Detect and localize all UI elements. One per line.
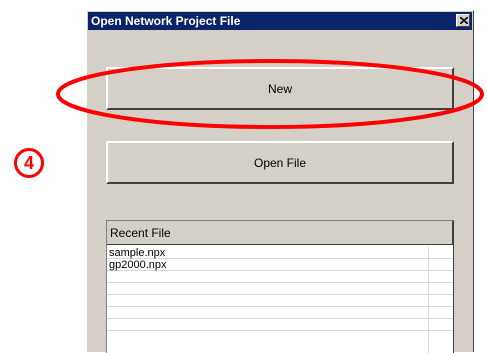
list-item[interactable]: [107, 295, 453, 307]
list-item[interactable]: [107, 319, 453, 331]
close-x-icon: [460, 17, 468, 24]
title-bar: Open Network Project File: [88, 12, 472, 30]
open-file-button[interactable]: Open File: [106, 141, 454, 184]
recent-file-column-header[interactable]: Recent File: [107, 221, 453, 245]
list-item[interactable]: [107, 283, 453, 295]
step-number-text: 4: [23, 152, 34, 173]
new-button-highlight-ellipse: [56, 59, 484, 129]
recent-file-rows: sample.npx gp2000.npx: [107, 247, 453, 353]
recent-file-list: Recent File sample.npx gp2000.npx: [106, 220, 454, 353]
column-separator: [428, 247, 429, 353]
list-item[interactable]: [107, 307, 453, 319]
list-item[interactable]: [107, 271, 453, 283]
recent-file-header-label: Recent File: [110, 226, 171, 240]
window-title: Open Network Project File: [91, 14, 241, 28]
open-file-button-label: Open File: [253, 155, 307, 170]
close-button[interactable]: [456, 14, 470, 27]
step-number-marker: 4: [14, 148, 44, 178]
list-item[interactable]: sample.npx: [107, 247, 453, 259]
list-item[interactable]: gp2000.npx: [107, 259, 453, 271]
